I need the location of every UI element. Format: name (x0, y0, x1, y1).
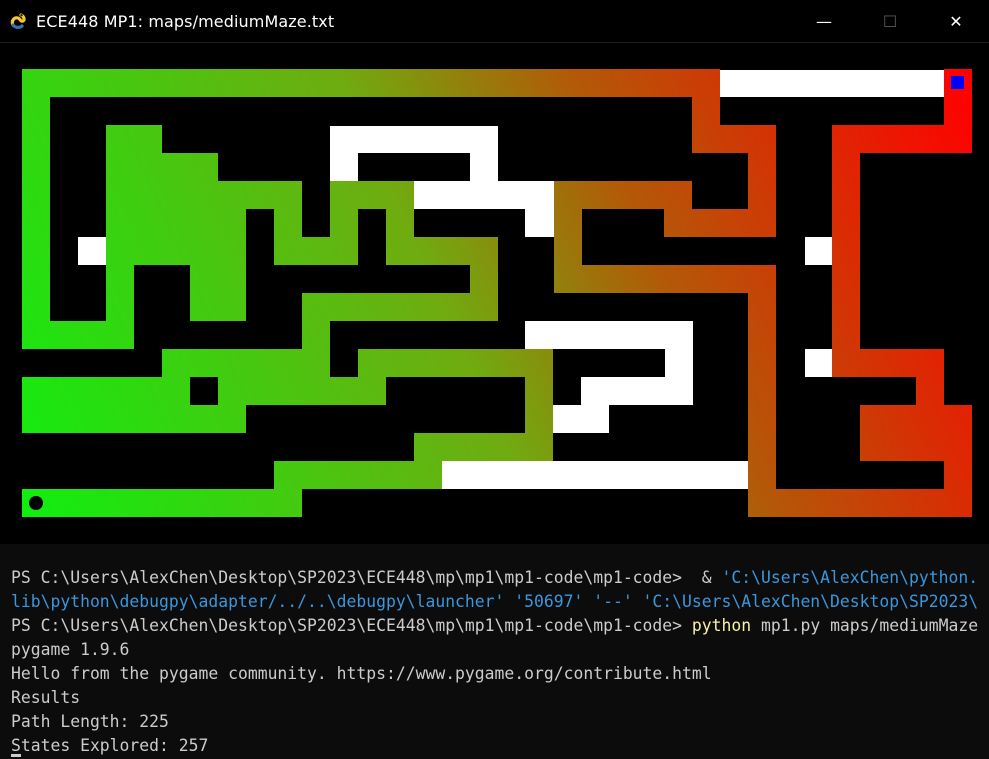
terminal-line: pygame 1.9.6 (11, 638, 978, 662)
minimize-icon: — (816, 11, 832, 31)
window-title: ECE448 MP1: maps/mediumMaze.txt (36, 11, 335, 31)
terminal-line: Path Length: 225 (11, 710, 978, 734)
minimize-button[interactable]: — (791, 0, 857, 42)
terminal-line: States Explored: 257 (11, 734, 978, 758)
terminal-line: PS C:\Users\AlexChen\Desktop\SP2023\ECE4… (11, 566, 978, 590)
terminal-text: mp1.py maps/mediumMaze (751, 616, 979, 635)
terminal-line: Results (11, 686, 978, 710)
terminal-text: lib\python\debugpy\adapter/../..\debugpy… (11, 592, 979, 611)
title-bar[interactable]: ECE448 MP1: maps/mediumMaze.txt — ☐ ✕ (0, 0, 989, 43)
terminal-text: 'C:\Users\AlexChen\python. (721, 568, 979, 587)
terminal-line: Hello from the pygame community. https:/… (11, 662, 978, 686)
maze-canvas (0, 43, 989, 543)
terminal-text: Hello from the pygame community. https:/… (11, 664, 712, 683)
agent-marker (29, 496, 43, 510)
terminal-text: python (691, 616, 752, 635)
window-controls: — ☐ ✕ (791, 0, 989, 42)
terminal-output: PS C:\Users\AlexChen\Desktop\SP2023\ECE4… (11, 566, 978, 758)
maze-svg (22, 69, 972, 517)
close-icon: ✕ (949, 11, 963, 31)
terminal-cursor (11, 754, 21, 757)
terminal-line: lib\python\debugpy\adapter/../..\debugpy… (11, 590, 978, 614)
terminal-text: PS C:\Users\AlexChen\Desktop\SP2023\ECE4… (11, 568, 722, 587)
terminal-text: Results (11, 688, 81, 707)
terminal-text: PS C:\Users\AlexChen\Desktop\SP2023\ECE4… (11, 616, 692, 635)
terminal-text: Path Length: 225 (11, 712, 169, 731)
goal-marker (951, 76, 964, 89)
close-button[interactable]: ✕ (923, 0, 989, 42)
terminal-line: PS C:\Users\AlexChen\Desktop\SP2023\ECE4… (11, 614, 978, 638)
terminal-text: pygame 1.9.6 (11, 640, 130, 659)
maximize-button[interactable]: ☐ (857, 0, 923, 42)
terminal-panel[interactable]: PS C:\Users\AlexChen\Desktop\SP2023\ECE4… (0, 543, 989, 759)
terminal-text: States Explored: 257 (11, 736, 209, 755)
pygame-snake-icon (9, 11, 29, 31)
maximize-icon: ☐ (882, 11, 898, 31)
